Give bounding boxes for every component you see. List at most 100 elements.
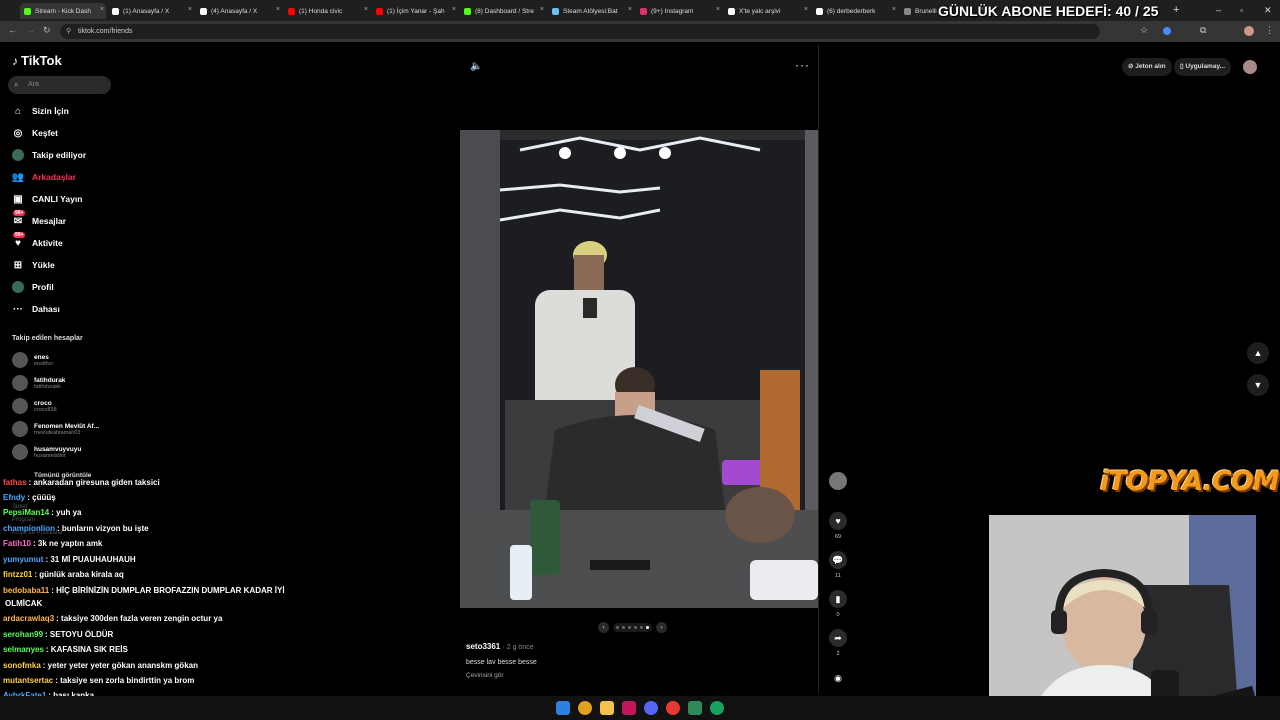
browser-tab[interactable]: (1) Honda civic × [284,3,370,19]
start-windows-icon[interactable] [556,701,570,715]
tiktok-profile-avatar[interactable] [1243,60,1257,74]
photo-dot[interactable] [628,626,631,629]
xsplit-icon[interactable] [622,701,636,715]
browser-tab[interactable]: Steam Atölyesi:Bat × [548,3,634,19]
chrome-icon[interactable] [578,701,592,715]
sidebar-item-friends[interactable]: 👥 Arkadaşlar [12,171,76,183]
tab-close-icon[interactable]: × [276,6,280,13]
sidebar-item-home[interactable]: ⌂ Sizin İçin [12,105,69,117]
tab-close-icon[interactable]: × [100,6,104,13]
file-explorer-icon[interactable] [600,701,614,715]
browser-tab[interactable]: (1) İçim Yanar - Şah × [372,3,458,19]
previous-post-button[interactable]: ▲ [1247,342,1269,364]
sidebar-item-more[interactable]: ··· Dahası [12,303,60,315]
forward-icon[interactable]: → [26,25,35,35]
more-options-icon[interactable]: ··· [795,58,810,72]
sidebar-item-upload[interactable]: ⊞ Yükle [12,259,55,271]
recorder-icon[interactable] [666,701,680,715]
photo-dot[interactable] [622,626,625,629]
chat-username[interactable]: serohan99 [3,630,43,639]
chat-username[interactable]: ardacrawlaq3 [3,614,54,623]
chat-username[interactable]: fathas [3,478,27,487]
browser-tab[interactable]: (8) Dashboard / Stre × [460,3,546,19]
see-translation-link[interactable]: Çevirisini gör [466,672,504,679]
followed-account[interactable]: enes enstlhcr [12,352,53,368]
sidebar-item-profile[interactable]: Profil [12,281,54,293]
photo-dot-active[interactable] [646,626,649,629]
browser-tab[interactable]: Stream - Kick Dash × [20,3,106,19]
app-icon[interactable] [688,701,702,715]
notification-badge: 99+ [13,210,26,216]
chat-username[interactable]: fintzz01 [3,570,32,579]
sidebar-item-activity[interactable]: ♥ 99+ Aktivite [12,232,63,249]
save-button[interactable]: ▮ 0 [829,590,847,618]
url-input[interactable]: ⚲ tiktok.com/friends [60,24,1100,39]
sidebar-item-live[interactable]: ▣ CANLI Yayın [12,193,82,205]
browser-tab[interactable]: (1) Anasayfa / X × [108,3,194,19]
tab-title: (4) Anasayfa / X [211,7,258,15]
like-button[interactable]: ♥ 69 [829,512,847,540]
photo-dot[interactable] [616,626,619,629]
reload-icon[interactable]: ↻ [43,25,51,36]
next-photo-button[interactable]: › [656,622,667,633]
volume-icon[interactable]: 🔈 [470,61,482,72]
share-button[interactable]: ➦ 2 [829,629,847,657]
search-input[interactable]: ⌕ Ara [8,76,111,94]
sidebar-item-compass[interactable]: ◎ Keşfet [12,127,58,139]
next-post-button[interactable]: ▼ [1247,374,1269,396]
tab-close-icon[interactable]: × [892,6,896,13]
tiktok-logo[interactable]: ♪ TikTok [12,53,62,68]
extension-icon[interactable] [1163,27,1171,35]
browser-menu-icon[interactable]: ⋮ [1265,25,1274,36]
followed-account[interactable]: fatihdurak fatihdurakk [12,375,65,391]
browser-tab[interactable]: X'te yalc arşivi × [724,3,810,19]
get-app-button[interactable]: ▯ Uygulamay... [1174,58,1232,76]
photo-dot[interactable] [634,626,637,629]
creator-avatar[interactable] [829,472,847,490]
post-photo[interactable] [460,130,818,608]
tab-close-icon[interactable]: × [716,6,720,13]
tab-close-icon[interactable]: × [188,6,192,13]
chat-username[interactable]: selmanyes [3,645,44,654]
close-window-icon[interactable]: ✕ [1264,5,1272,16]
tab-close-icon[interactable]: × [804,6,808,13]
chat-message: bedobaba11: HİÇ BİRİNİZİN DUMPLAR BROFAZ… [3,586,285,595]
site-info-icon[interactable]: ⚲ [66,24,71,39]
chat-username[interactable]: PepsiMan14 [3,508,49,517]
chat-username[interactable]: sonofmka [3,661,41,670]
bookmark-star-icon[interactable]: ☆ [1140,25,1148,36]
minimize-icon[interactable]: – [1216,5,1221,15]
browser-profile-avatar[interactable] [1244,26,1254,36]
get-coins-button[interactable]: ⊘ Jeton alın [1122,58,1172,76]
browser-tab[interactable]: (6) derbederberk × [812,3,898,19]
maximize-icon[interactable]: ▫ [1240,5,1243,15]
tab-close-icon[interactable]: × [364,6,368,13]
chat-username[interactable]: Efndy [3,493,25,502]
chat-username[interactable]: yumyumut [3,555,43,564]
chat-message: sonofmka: yeter yeter yeter gökan anansk… [3,661,198,670]
extensions-puzzle-icon[interactable]: ⧉ [1200,25,1206,36]
chat-username[interactable]: Fatih10 [3,539,31,548]
sidebar-item-following[interactable]: Takip ediliyor [12,149,86,161]
prev-photo-button[interactable]: ‹ [598,622,609,633]
back-icon[interactable]: ← [8,25,17,35]
comment-button[interactable]: 💬 11 [829,551,847,579]
chat-username[interactable]: mutantsertac [3,676,53,685]
chat-username[interactable]: bedobaba11 [3,586,49,595]
sound-button[interactable]: ◉ [829,669,847,687]
browser-tab[interactable]: (9+) Instagram × [636,3,722,19]
followed-account[interactable]: husamvuyvuyu husameddint [12,444,81,460]
discord-icon[interactable] [644,701,658,715]
followed-account[interactable]: croco croco838 [12,398,57,414]
sidebar-item-messages[interactable]: ✉ 99+ Mesajlar [12,210,66,227]
tab-close-icon[interactable]: × [628,6,632,13]
followed-account[interactable]: Fenomen Mevlüt Af... mevlutkahtaman03 [12,421,99,437]
photo-dot[interactable] [640,626,643,629]
tab-close-icon[interactable]: × [452,6,456,13]
chat-username[interactable]: championlion [3,524,55,533]
browser-tab[interactable]: (4) Anasayfa / X × [196,3,282,19]
new-tab-icon[interactable]: + [1173,4,1179,16]
app-icon[interactable] [710,701,724,715]
tab-close-icon[interactable]: × [540,6,544,13]
post-author[interactable]: seto3361 · 2 g önce [466,642,534,651]
